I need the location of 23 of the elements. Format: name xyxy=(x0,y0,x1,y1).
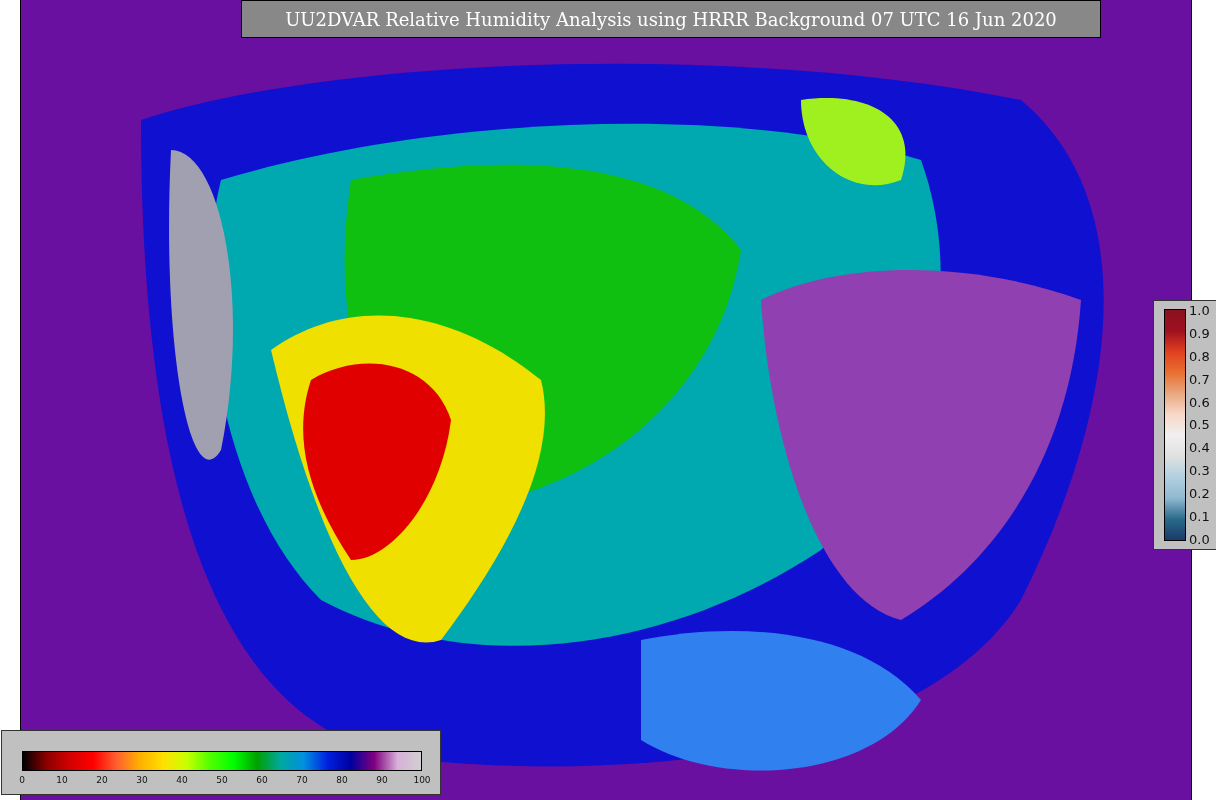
tick-label: 0.5 xyxy=(1189,417,1210,433)
tick-label: 0.6 xyxy=(1189,394,1210,410)
tick-label: 70 xyxy=(296,775,308,785)
tick-label: 0.2 xyxy=(1189,486,1210,502)
tick-label: 0.0 xyxy=(1189,531,1210,547)
tick-label: 40 xyxy=(176,775,188,785)
tick-label: 30 xyxy=(136,775,148,785)
tick-label: 1.0 xyxy=(1189,303,1210,318)
tick-label: 90 xyxy=(376,775,388,785)
map-title: UU2DVAR Relative Humidity Analysis using HRRR Background 07 UTC 16 Jun 2020 xyxy=(241,0,1101,38)
tick-label: 0.9 xyxy=(1189,325,1210,341)
tick-label: 0.7 xyxy=(1189,371,1210,387)
tick-label: 0.8 xyxy=(1189,348,1210,364)
tick-label: 20 xyxy=(96,775,108,785)
tick-label: 0.4 xyxy=(1189,440,1210,456)
tick-label: 0.1 xyxy=(1189,509,1210,524)
tick-label: 50 xyxy=(216,775,228,785)
tick-label: 0.3 xyxy=(1189,463,1210,479)
tick-label: 10 xyxy=(56,775,68,785)
tick-label: 100 xyxy=(413,775,431,785)
tick-label: 60 xyxy=(256,775,268,785)
tick-label: 80 xyxy=(336,775,348,785)
tick-label: 0 xyxy=(19,775,25,785)
